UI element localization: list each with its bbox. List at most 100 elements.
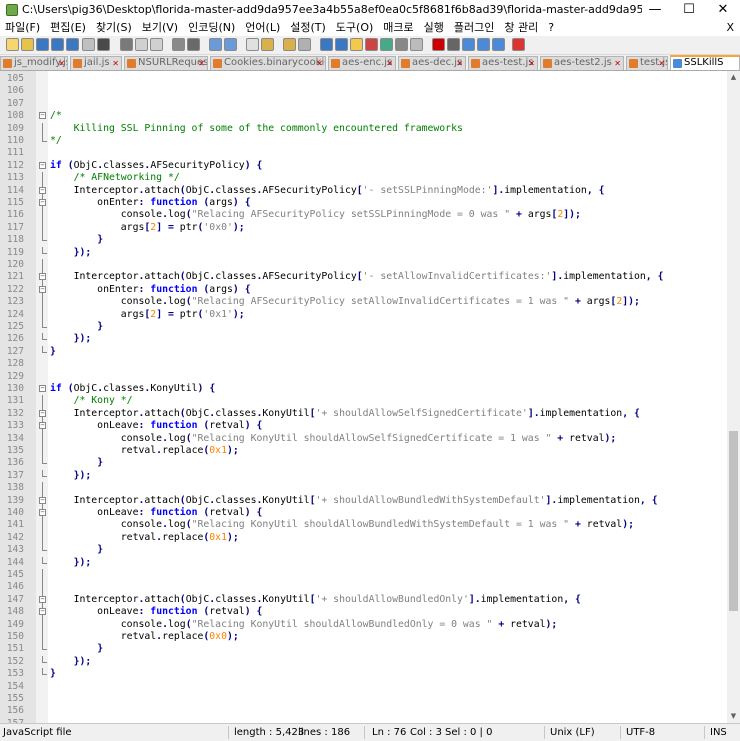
code-line[interactable]: 149 console.log("Relacing KonyUtil shoul… <box>0 618 727 631</box>
code-line[interactable]: 132 − Interceptor.attach(ObjC.classes.Kon… <box>0 407 727 421</box>
code-line[interactable]: 154 <box>0 681 727 693</box>
code-line[interactable]: 122 − onEnter: function (args) { <box>0 283 727 297</box>
code-line[interactable]: 147 − Interceptor.attach(ObjC.classes.Kon… <box>0 593 727 607</box>
menu-item-2[interactable]: 찾기(S) <box>91 20 137 36</box>
replace-icon[interactable] <box>224 38 237 51</box>
fold-toggle-icon[interactable]: − <box>39 509 46 516</box>
zoom-in-icon[interactable] <box>246 38 259 51</box>
tab-close-icon[interactable]: ✕ <box>316 58 323 70</box>
copy-icon[interactable] <box>135 38 148 51</box>
tab-5[interactable]: aes-dec.js ✕ <box>398 56 466 70</box>
status-eol[interactable]: Unix (LF) <box>550 724 595 741</box>
tab-close-icon[interactable]: ✕ <box>58 58 65 70</box>
tab-2[interactable]: NSURLRequest.js✕ <box>124 56 208 70</box>
code-line[interactable]: 125 } <box>0 321 727 333</box>
new-file-icon[interactable] <box>6 38 19 51</box>
close-document-icon[interactable]: X <box>726 21 734 34</box>
code-line[interactable]: 134 console.log("Relacing KonyUtil shoul… <box>0 432 727 445</box>
code-line[interactable]: 133 − onLeave: function (retval) { <box>0 420 727 433</box>
menu-item-5[interactable]: 언어(L) <box>240 20 285 36</box>
fold-toggle-icon[interactable]: − <box>39 112 46 120</box>
code-line[interactable]: 119 }); <box>0 246 727 259</box>
menu-item-6[interactable]: 설정(T) <box>285 20 331 36</box>
close-all-icon[interactable] <box>82 38 95 51</box>
stop-record-icon[interactable] <box>447 38 460 51</box>
code-line[interactable]: 126 }); <box>0 333 727 345</box>
code-line[interactable]: 139 − Interceptor.attach(ObjC.classes.Kon… <box>0 494 727 507</box>
code-line[interactable]: 115 − onEnter: function (args) { <box>0 197 727 210</box>
tab-close-icon[interactable]: ✕ <box>614 58 621 70</box>
tab-8[interactable]: test.js ✕ <box>626 56 668 70</box>
find-icon[interactable] <box>209 38 222 51</box>
fold-toggle-icon[interactable]: − <box>39 385 46 392</box>
code-line[interactable]: 143 } <box>0 544 727 556</box>
code-line[interactable]: 129 <box>0 371 727 383</box>
code-line[interactable]: 156 <box>0 705 727 717</box>
code-line[interactable]: 106 <box>0 85 727 97</box>
close-icon[interactable] <box>66 38 79 51</box>
record-macro-icon[interactable] <box>432 38 445 51</box>
menu-item-3[interactable]: 보기(V) <box>137 20 183 36</box>
menu-item-9[interactable]: 실행 <box>419 20 449 36</box>
code-line[interactable]: 109 Killing SSL Pinning of some of the c… <box>0 122 727 135</box>
menu-item-8[interactable]: 매크로 <box>378 20 418 36</box>
code-line[interactable]: 150 retval.replace(0x0); <box>0 631 727 644</box>
code-line[interactable]: 151 } <box>0 643 727 655</box>
scroll-down-icon[interactable]: ▼ <box>727 710 740 723</box>
code-line[interactable]: 153} <box>0 668 727 680</box>
close-window-button[interactable]: ✕ <box>706 0 740 20</box>
code-line[interactable]: 131 /* Kony */ <box>0 395 727 408</box>
function-list-icon[interactable] <box>380 38 393 51</box>
menu-item-0[interactable]: 파일(F) <box>0 20 45 36</box>
fold-toggle-icon[interactable]: − <box>39 199 46 206</box>
status-encoding[interactable]: UTF-8 <box>626 724 655 741</box>
tab-close-icon[interactable]: ✕ <box>112 58 119 70</box>
code-line[interactable]: 146 <box>0 581 727 594</box>
menu-item-7[interactable]: 도구(O) <box>331 20 378 36</box>
code-line[interactable]: 135 retval.replace(0x1); <box>0 445 727 458</box>
cut-icon[interactable] <box>120 38 133 51</box>
fold-toggle-icon[interactable]: − <box>39 186 46 194</box>
fold-toggle-icon[interactable]: − <box>39 409 46 417</box>
tab-close-icon[interactable]: ✕ <box>528 58 535 70</box>
code-line[interactable]: 144 }); <box>0 556 727 569</box>
code-line[interactable]: 118 } <box>0 234 727 246</box>
code-line[interactable]: 123 console.log("Relacing AFSecurityPoli… <box>0 296 727 309</box>
tab-7[interactable]: aes-test2.js ✕ <box>540 56 624 70</box>
code-editor[interactable]: 105 106 107 108−/* 109 Killing SSL Pinning o… <box>0 71 727 723</box>
code-line[interactable]: 152 }); <box>0 655 727 668</box>
indent-guide-icon[interactable] <box>350 38 363 51</box>
code-line[interactable]: 105 <box>0 73 727 85</box>
code-line[interactable]: 121 − Interceptor.attach(ObjC.classes.AFS… <box>0 271 727 284</box>
code-line[interactable]: 117 args[2] = ptr('0x0'); <box>0 221 727 235</box>
tab-1[interactable]: jail.js ✕ <box>70 56 122 70</box>
fold-toggle-icon[interactable]: − <box>39 595 46 603</box>
save-macro-icon[interactable] <box>492 38 505 51</box>
vertical-scrollbar[interactable]: ▲ ▼ <box>727 71 740 723</box>
tab-4[interactable]: aes-enc.js ✕ <box>328 56 396 70</box>
menu-item-1[interactable]: 편집(E) <box>45 20 91 36</box>
code-line[interactable]: 127} <box>0 345 727 358</box>
code-line[interactable]: 140 − onLeave: function (retval) { <box>0 507 727 520</box>
tab-3[interactable]: Cookies.binarycookies ✕ <box>210 56 326 70</box>
fold-toggle-icon[interactable]: − <box>39 161 46 169</box>
word-wrap-icon[interactable] <box>320 38 333 51</box>
menu-item-10[interactable]: 플러그인 <box>449 20 499 36</box>
tab-close-icon[interactable]: ✕ <box>386 58 393 70</box>
code-line[interactable]: 110 */ <box>0 135 727 147</box>
undo-icon[interactable] <box>172 38 185 51</box>
tab-9[interactable]: SSLKillS <box>670 55 740 70</box>
tab-0[interactable]: js_modify.js ✕ <box>0 56 68 70</box>
tab-6[interactable]: aes-test.js ✕ <box>468 56 538 70</box>
minimize-button[interactable]: — <box>638 0 672 20</box>
code-line[interactable]: 107 <box>0 98 727 110</box>
code-line[interactable]: 112 − if (ObjC.classes.AFSecurityPolicy) { <box>0 160 727 172</box>
folder-workspace-icon[interactable] <box>395 38 408 51</box>
redo-icon[interactable] <box>187 38 200 51</box>
fold-toggle-icon[interactable]: − <box>39 608 46 616</box>
sync-horizontal-icon[interactable] <box>298 38 311 51</box>
code-line[interactable]: 113 /* AFNetworking */ <box>0 172 727 185</box>
spell-check-icon[interactable] <box>512 38 525 51</box>
print-icon[interactable] <box>97 38 110 51</box>
tab-close-icon[interactable]: ✕ <box>658 58 665 70</box>
